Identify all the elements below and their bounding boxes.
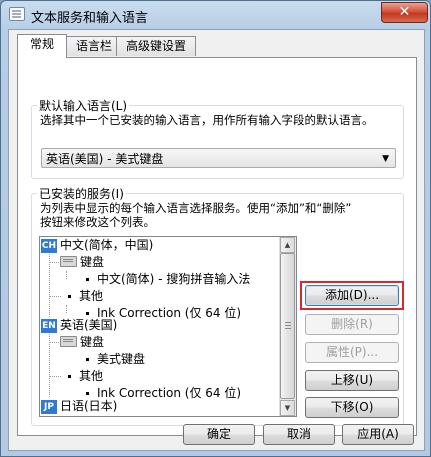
bullet-icon <box>86 358 89 361</box>
title-bar[interactable]: 文本服务和输入语言 ✕ <box>1 1 430 29</box>
cancel-button[interactable]: 取消 <box>263 424 335 445</box>
bullet-icon <box>86 278 89 281</box>
close-button[interactable]: ✕ <box>381 2 428 23</box>
tree-row-label: Ink Correction (仅 64 位) <box>97 386 242 400</box>
tree-category-other[interactable]: 其他 <box>68 288 103 305</box>
default-language-description: 选择其中一个已安装的输入语言，用作所有输入字段的默认语言。 <box>40 113 374 127</box>
language-badge-icon: JP <box>41 399 57 414</box>
properties-button[interactable]: 属性(P)... <box>305 342 399 363</box>
window-icon <box>9 7 25 21</box>
tab-advanced-key-settings[interactable]: 高级键设置 <box>116 36 196 56</box>
tab-panel-general: 默认输入语言(L) 选择其中一个已安装的输入语言，用作所有输入字段的默认语言。 … <box>17 57 417 436</box>
tree-row-label: 中文(简体，中国) <box>60 238 154 252</box>
installed-services-description-line2: 按钮来修改这个列表。 <box>40 215 155 229</box>
keyboard-icon <box>60 336 77 347</box>
bullet-icon <box>68 295 71 298</box>
move-down-button[interactable]: 下移(O) <box>305 397 399 418</box>
tree-category-keyboard[interactable]: 键盘 <box>60 334 104 351</box>
language-badge-icon: CH <box>41 238 57 253</box>
tree-row-label: 日语(日本) <box>60 399 118 413</box>
tree-row-label: 中文(简体) - 搜狗拼音输入法 <box>97 272 251 286</box>
default-language-selected: 英语(美国) - 美式键盘 <box>46 152 164 166</box>
tree-row-label: 键盘 <box>80 335 105 349</box>
chevron-down-icon: ▼ <box>382 154 389 164</box>
tree-lang-japanese[interactable]: JP 日语(日本) <box>41 398 117 415</box>
add-button[interactable]: 添加(D)... <box>305 285 399 306</box>
scroll-up-arrow-icon[interactable]: ▲ <box>280 237 295 253</box>
tree-category-keyboard[interactable]: 键盘 <box>60 254 104 271</box>
remove-button[interactable]: 删除(R) <box>305 314 399 335</box>
tree-item-us-keyboard[interactable]: 美式键盘 <box>86 351 145 368</box>
tree-lang-english-us[interactable]: EN 英语(美国) <box>41 317 117 334</box>
tree-item-sogou-pinyin[interactable]: 中文(简体) - 搜狗拼音输入法 <box>86 271 250 288</box>
language-badge-icon: EN <box>41 318 57 333</box>
installed-services-description-line1: 为列表中显示的每个输入语言选择服务。使用“添加”和“删除” <box>40 201 352 215</box>
tree-scrollbar[interactable]: ▲ ▼ <box>279 237 296 416</box>
default-language-dropdown[interactable]: 英语(美国) - 美式键盘 ▼ <box>41 148 396 168</box>
window-title: 文本服务和输入语言 <box>31 11 149 26</box>
tab-general[interactable]: 常规 <box>17 34 67 58</box>
tree-row-label: 其他 <box>79 369 104 383</box>
scrollbar-thumb[interactable] <box>280 253 295 399</box>
dialog-client-area: 常规 语言栏 高级键设置 默认输入语言(L) 选择其中一个已安装的输入语言，用作… <box>8 29 425 451</box>
tree-lang-chinese[interactable]: CH 中文(简体，中国) <box>41 237 153 254</box>
dialog-window: 文本服务和输入语言 ✕ 常规 语言栏 高级键设置 默认输入语言(L) 选择其中一… <box>0 0 431 457</box>
tree-category-other[interactable]: 其他 <box>68 368 103 385</box>
bullet-icon <box>86 392 89 395</box>
tree-row-label: 英语(美国) <box>60 318 118 332</box>
tree-row-label: Ink Correction (仅 64 位) <box>97 306 242 320</box>
apply-button[interactable]: 应用(A) <box>342 424 414 445</box>
default-language-group-label: 默认输入语言(L) <box>37 97 130 114</box>
bullet-icon <box>68 375 71 378</box>
tree-row-label: 美式键盘 <box>97 352 146 366</box>
tab-language-bar[interactable]: 语言栏 <box>66 36 122 56</box>
installed-services-group-label: 已安装的服务(I) <box>37 185 126 202</box>
scroll-down-arrow-icon[interactable]: ▼ <box>280 400 295 416</box>
bullet-icon <box>86 312 89 315</box>
move-up-button[interactable]: 上移(U) <box>305 370 399 391</box>
ok-button[interactable]: 确定 <box>183 424 255 445</box>
services-tree[interactable]: CH 中文(简体，中国) 键盘 中文(简体) - 搜狗拼音输入法 其他 Ink C… <box>39 236 297 417</box>
tree-row-label: 其他 <box>79 289 104 303</box>
keyboard-icon <box>60 256 77 267</box>
tree-row-label: 键盘 <box>80 255 105 269</box>
